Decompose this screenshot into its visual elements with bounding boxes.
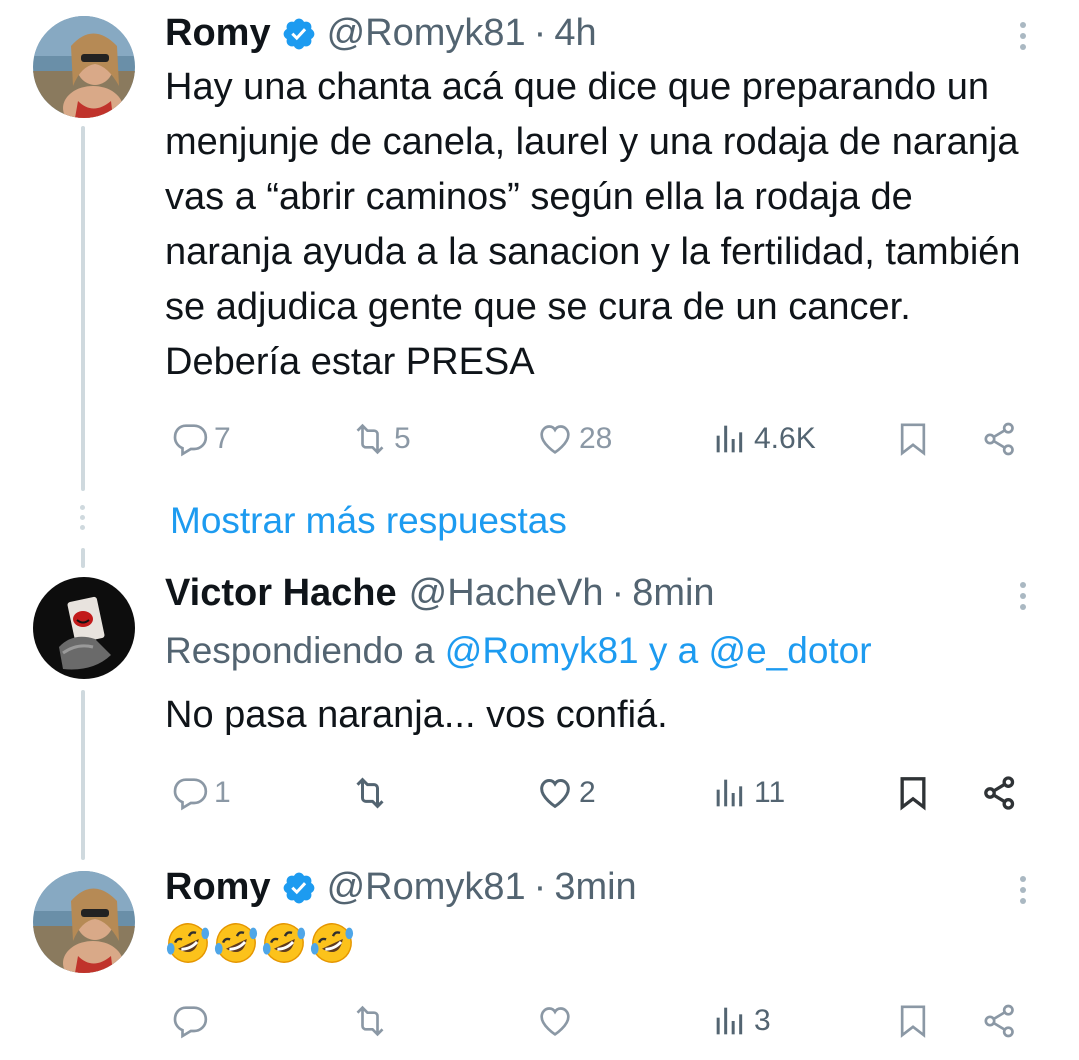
bookmark-button[interactable] [893, 998, 937, 1044]
views-button[interactable]: 4.6K [710, 416, 816, 462]
like-count: 28 [579, 422, 613, 455]
reply-button[interactable]: 1 [170, 770, 231, 816]
tweet-header: Romy @Romyk81 · 4h [165, 12, 597, 55]
tweet-actions: 3 [165, 998, 1035, 1044]
tweet-header: Victor Hache @HacheVh · 8min [165, 572, 715, 615]
author-handle[interactable]: @Romyk81 [327, 12, 526, 55]
more-options-icon[interactable] [1020, 22, 1030, 55]
reply-icon [173, 1006, 208, 1039]
thread-dots [80, 505, 86, 535]
author-name[interactable]: Romy [165, 866, 271, 909]
retweet-icon [356, 777, 384, 809]
author-name[interactable]: Romy [165, 12, 271, 55]
thread-line [81, 690, 85, 860]
retweet-button[interactable] [350, 770, 394, 816]
views-button[interactable]: 3 [710, 998, 771, 1044]
replying-prefix: Respondiendo a [165, 630, 435, 671]
rolling-laughing-emoji [262, 923, 306, 963]
author-handle[interactable]: @Romyk81 [327, 866, 526, 909]
reply-button[interactable] [170, 998, 214, 1044]
views-icon [716, 425, 743, 453]
replying-to: Respondiendo a @Romyk81 y a @e_dotor [165, 630, 872, 672]
reply-icon [173, 424, 208, 457]
share-icon [984, 422, 1014, 456]
thread-line [81, 548, 85, 568]
like-icon [540, 425, 570, 454]
retweet-count: 5 [394, 422, 411, 455]
tweet-text: Hay una chanta acá que dice que preparan… [165, 66, 1021, 383]
views-button[interactable]: 11 [710, 770, 785, 816]
author-name[interactable]: Victor Hache [165, 572, 397, 615]
more-options-icon[interactable] [1020, 876, 1030, 909]
like-icon [540, 1007, 570, 1036]
timestamp[interactable]: 4h [554, 12, 596, 55]
bookmark-icon [900, 423, 926, 456]
retweet-button[interactable] [350, 998, 394, 1044]
separator: · [611, 572, 625, 614]
retweet-button[interactable]: 5 [350, 416, 411, 462]
show-more-replies-link[interactable]: Mostrar más respuestas [170, 500, 567, 542]
retweet-icon [356, 423, 384, 455]
views-count: 4.6K [754, 422, 816, 455]
views-icon [716, 779, 743, 807]
bookmark-button[interactable] [893, 770, 937, 816]
bookmark-button[interactable] [893, 416, 937, 462]
avatar-romy[interactable] [33, 16, 135, 118]
separator: · [533, 12, 547, 54]
like-button[interactable]: 2 [535, 770, 596, 816]
verified-badge-icon [283, 18, 314, 49]
replying-mentions[interactable]: @Romyk81 y a @e_dotor [445, 630, 872, 671]
thread-line [81, 126, 85, 491]
tweet-actions: 1 2 11 [165, 770, 1035, 816]
avatar-victor[interactable] [33, 577, 135, 679]
share-icon [984, 1004, 1014, 1038]
share-button[interactable] [980, 770, 1024, 816]
like-button[interactable]: 28 [535, 416, 612, 462]
views-icon [716, 1007, 743, 1035]
like-button[interactable] [535, 998, 579, 1044]
avatar-romy[interactable] [33, 871, 135, 973]
share-button[interactable] [980, 998, 1024, 1044]
rolling-laughing-emoji [166, 923, 210, 963]
tweet-text: No pasa naranja... vos confiá. [165, 694, 668, 736]
more-options-icon[interactable] [1020, 582, 1030, 615]
tweet-header: Romy @Romyk81 · 3min [165, 866, 637, 909]
separator: · [533, 866, 547, 908]
bookmark-icon [900, 1005, 926, 1038]
share-button[interactable] [980, 416, 1024, 462]
reply-button[interactable]: 7 [170, 416, 231, 462]
reply-count: 7 [214, 422, 231, 455]
retweet-icon [356, 1005, 384, 1037]
like-icon [540, 778, 570, 809]
verified-badge-icon [283, 872, 314, 903]
timestamp[interactable]: 8min [632, 572, 714, 615]
views-count: 3 [754, 1004, 771, 1037]
bookmark-icon [900, 777, 926, 811]
tweet-actions: 7 5 28 4.6K [165, 416, 1035, 462]
like-count: 2 [579, 776, 596, 809]
reply-icon [173, 778, 208, 811]
rolling-laughing-emoji [214, 923, 258, 963]
rolling-laughing-emoji [310, 923, 354, 963]
views-count: 11 [754, 776, 786, 809]
emoji-row [165, 920, 355, 966]
timestamp[interactable]: 3min [554, 866, 636, 909]
share-icon [984, 776, 1015, 810]
reply-count: 1 [214, 776, 231, 809]
author-handle[interactable]: @HacheVh [409, 572, 604, 615]
